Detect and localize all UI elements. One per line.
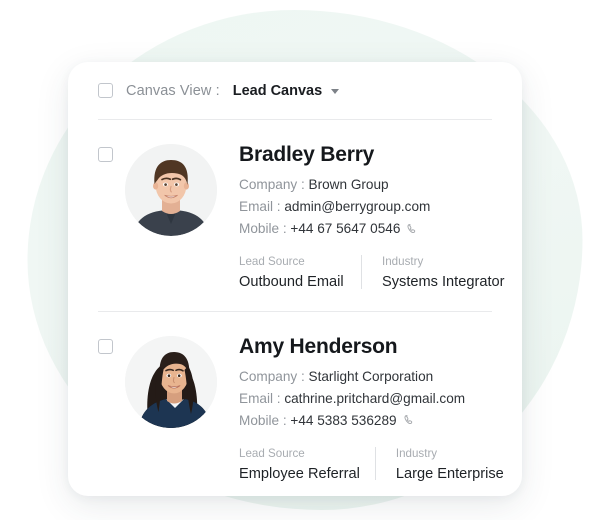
lead-source-block: Lead Source Outbound Email [239, 254, 346, 292]
lead-company-line: Company : Brown Group [239, 174, 504, 196]
industry-block: Industry Large Enterprise [396, 446, 504, 484]
email-value[interactable]: admin@berrygroup.com [284, 199, 430, 214]
lead-email-line: Email : cathrine.pritchard@gmail.com [239, 388, 504, 410]
email-value[interactable]: cathrine.pritchard@gmail.com [284, 391, 465, 406]
lead-mobile-line: Mobile : +44 67 5647 0546 [239, 218, 504, 240]
email-label: Email : [239, 390, 281, 406]
lead-details: Bradley Berry Company : Brown Group Emai… [229, 142, 504, 293]
mobile-value: +44 67 5647 0546 [290, 221, 401, 237]
industry-block: Industry Systems Integrator [382, 254, 504, 292]
company-value: Starlight Corporation [308, 368, 434, 384]
lead-email-line: Email : admin@berrygroup.com [239, 196, 504, 218]
meta-divider [361, 255, 362, 289]
phone-handset-icon[interactable] [406, 223, 419, 236]
chevron-down-icon [331, 89, 340, 94]
lead-details: Amy Henderson Company : Starlight Corpor… [229, 334, 504, 485]
meta-divider [374, 446, 376, 481]
canvas-view-selected-value: Lead Canvas [232, 82, 323, 99]
lead-source-label: Lead Source [239, 446, 305, 460]
lead-mobile-line: Mobile : +44 5383 536289 [239, 410, 504, 432]
lead-meta-row: Lead Source Outbound Email Industry Syst… [239, 254, 504, 292]
industry-label: Industry [382, 255, 424, 269]
company-label: Company : [239, 368, 305, 384]
company-label: Company : [239, 177, 305, 193]
lead-meta-row: Lead Source Employee Referral Industry L… [239, 446, 504, 484]
industry-value: Systems Integrator [382, 273, 505, 290]
industry-label: Industry [395, 446, 438, 460]
phone-handset-icon[interactable] [403, 414, 416, 427]
lead-company-line: Company : Starlight Corporation [239, 366, 504, 388]
lead-row[interactable]: Amy Henderson Company : Starlight Corpor… [98, 312, 504, 496]
lead-source-label: Lead Source [239, 255, 305, 269]
mobile-label: Mobile : [239, 221, 287, 237]
industry-value: Large Enterprise [395, 465, 504, 482]
canvas-view-dropdown[interactable]: Lead Canvas [232, 82, 340, 99]
lead-source-value: Employee Referral [239, 465, 360, 482]
avatar [125, 335, 217, 428]
lead-source-value: Outbound Email [239, 273, 344, 290]
lead-name: Amy Henderson [239, 334, 398, 358]
lead-row[interactable]: Bradley Berry Company : Brown Group Emai… [98, 120, 504, 311]
lead-source-block: Lead Source Employee Referral [239, 446, 360, 484]
lead-select-checkbox[interactable] [98, 147, 113, 162]
company-value: Brown Group [308, 177, 389, 193]
avatar [125, 144, 217, 236]
select-all-checkbox[interactable] [98, 83, 113, 98]
canvas-view-header: Canvas View : Lead Canvas [98, 62, 492, 119]
email-label: Email : [239, 199, 281, 215]
mobile-label: Mobile : [239, 412, 287, 428]
canvas-view-label: Canvas View : [126, 82, 220, 99]
mobile-value: +44 5383 536289 [290, 412, 397, 428]
lead-name: Bradley Berry [239, 143, 375, 166]
lead-select-checkbox[interactable] [98, 338, 113, 354]
lead-canvas-card: Canvas View : Lead Canvas Bradley Berry … [68, 62, 522, 496]
